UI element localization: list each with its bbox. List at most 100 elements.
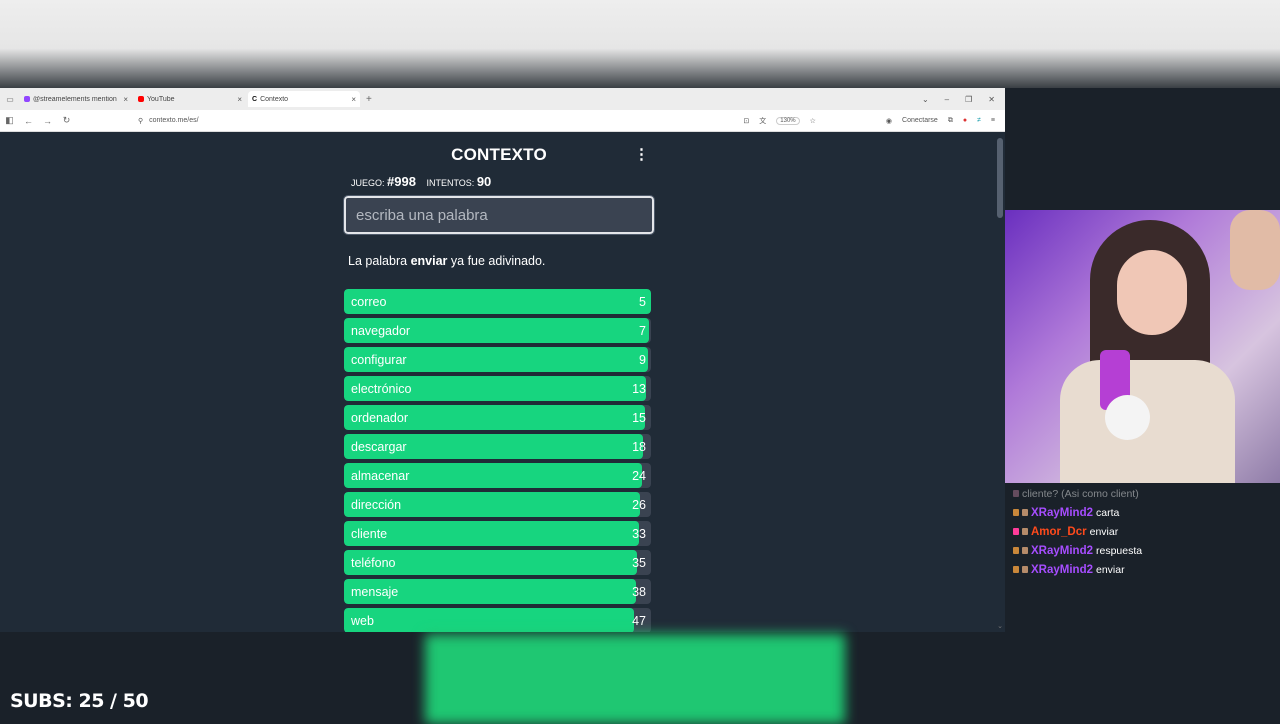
window-controls: ⌄ – ❐ ✕ — [922, 95, 1005, 104]
url-field[interactable]: ⚲ contexto.me/es/ — [138, 117, 199, 125]
youtube-favicon-icon — [138, 96, 144, 102]
scroll-down-icon[interactable]: ⌄ — [997, 622, 1003, 630]
extensions-icon[interactable]: ⧉ — [948, 117, 953, 125]
signin-button[interactable]: Conectarse — [902, 117, 938, 124]
translate-icon[interactable]: 文 — [759, 116, 766, 126]
site-info-icon[interactable]: ⚲ — [138, 117, 143, 125]
tab-actions-icon[interactable]: ▭ — [0, 95, 20, 104]
guess-word: teléfono — [351, 556, 396, 570]
profile-icon[interactable]: ◉ — [886, 117, 892, 125]
blurred-background-top — [0, 0, 1280, 88]
guess-word: cliente — [351, 527, 388, 541]
subs-goal-counter: SUBS: 25 / 50 — [10, 690, 149, 712]
word-input[interactable]: escriba una palabra — [343, 195, 655, 235]
tab-contexto[interactable]: C Contexto × — [248, 91, 360, 107]
guess-word: configurar — [351, 353, 407, 367]
extension-teal-icon[interactable]: ≠ — [977, 117, 981, 124]
guess-rank: 33 — [632, 527, 646, 541]
guess-word: mensaje — [351, 585, 399, 599]
guess-word: almacenar — [351, 469, 410, 483]
twitch-favicon-icon — [24, 96, 30, 102]
minimize-icon[interactable]: – — [945, 95, 949, 104]
back-icon[interactable]: ← — [19, 116, 38, 126]
close-window-icon[interactable]: ✕ — [988, 95, 995, 104]
game-stats: JUEGO: #998 INTENTOS: 90 — [344, 174, 654, 189]
stream-chat: cliente? (Asi como client) XRayMind2 cart… — [1013, 484, 1278, 579]
chat-badge-icon — [1013, 566, 1019, 573]
game-number: #998 — [387, 174, 416, 189]
bookmark-star-icon[interactable]: ☆ — [810, 117, 816, 125]
chat-badge-icon — [1013, 528, 1019, 535]
guess-similarity-bar — [344, 608, 635, 632]
guess-word: electrónico — [351, 382, 412, 396]
new-tab-button[interactable]: + — [366, 94, 372, 105]
chat-username[interactable]: XRayMind2 — [1031, 507, 1093, 519]
tab-list-icon[interactable]: ⌄ — [922, 95, 929, 104]
guess-rank: 7 — [639, 324, 646, 338]
guess-row: navegador 7 — [344, 318, 651, 343]
chat-badge-icon — [1022, 566, 1028, 573]
chat-message: XRayMind2 carta — [1013, 503, 1278, 522]
streamer-face — [1117, 250, 1187, 335]
tab-title: Contexto — [260, 95, 289, 103]
background-person — [1230, 210, 1280, 290]
game-header: CONTEXTO ⋮ — [344, 132, 654, 176]
url-text: contexto.me/es/ — [149, 117, 199, 124]
chat-username[interactable]: Amor_Dcr — [1031, 526, 1087, 538]
webcam-feed — [1005, 210, 1280, 483]
guess-row: web 47 — [344, 608, 651, 632]
guess-row: descargar 18 — [344, 434, 651, 459]
chat-username[interactable]: XRayMind2 — [1031, 545, 1093, 557]
sidebar-icon[interactable]: ◧ — [0, 115, 19, 126]
attempts-label: INTENTOS: — [426, 178, 475, 188]
guess-row: dirección 26 — [344, 492, 651, 517]
close-tab-icon[interactable]: × — [123, 95, 128, 104]
guess-row: correo 5 — [344, 289, 651, 314]
address-bar: ◧ ← → ↻ ⚲ contexto.me/es/ ⊡ 文 130% ☆ ◉ C… — [0, 110, 1005, 132]
chat-badge-icon — [1022, 547, 1028, 554]
chat-text: enviar — [1096, 563, 1125, 576]
guess-rank: 13 — [632, 382, 646, 396]
tab-title: @streamelements mention — [33, 95, 117, 103]
attempts-count: 90 — [476, 174, 492, 189]
game-label: JUEGO: — [351, 178, 385, 188]
guess-row: configurar 9 — [344, 347, 651, 372]
tab-streamelements[interactable]: @streamelements mention × — [20, 91, 132, 107]
chat-text: cliente? (Asi como client) — [1022, 487, 1139, 500]
chat-message: cliente? (Asi como client) — [1013, 484, 1278, 503]
guess-rank: 26 — [632, 498, 646, 512]
guess-rank: 47 — [632, 614, 646, 628]
chat-badge-icon — [1013, 547, 1019, 554]
guess-list: correo 5 navegador 7 configurar 9 electrónico 1… — [344, 289, 654, 632]
forward-icon[interactable]: → — [38, 116, 57, 126]
tab-title: YouTube — [147, 95, 175, 103]
guess-word: ordenador — [351, 411, 408, 425]
guess-similarity-bar — [344, 289, 651, 314]
guess-rank: 18 — [632, 440, 646, 454]
browser-menu-icon[interactable]: ≡ — [991, 117, 995, 124]
guess-similarity-bar — [344, 521, 639, 546]
message-prefix: La palabra — [348, 254, 408, 268]
status-message: La palabra enviar ya fue adivinado. — [344, 254, 654, 268]
zoom-indicator[interactable]: 130% — [776, 116, 800, 125]
chat-text: respuesta — [1096, 544, 1143, 557]
guess-rank: 24 — [632, 469, 646, 483]
guess-word: correo — [351, 295, 387, 309]
browser-window: ▭ @streamelements mention × YouTube × C … — [0, 88, 1005, 632]
reload-icon[interactable]: ↻ — [57, 115, 76, 126]
chat-username[interactable]: XRayMind2 — [1031, 564, 1093, 576]
close-tab-icon[interactable]: × — [237, 95, 242, 104]
chat-message: Amor_Dcr enviar — [1013, 522, 1278, 541]
close-tab-icon[interactable]: × — [351, 95, 356, 104]
game-logo: CONTEXTO — [451, 145, 547, 164]
guess-rank: 38 — [632, 585, 646, 599]
scrollbar-thumb[interactable] — [997, 138, 1003, 218]
tab-youtube[interactable]: YouTube × — [134, 91, 246, 107]
page-content: CONTEXTO ⋮ JUEGO: #998 INTENTOS: 90 escr… — [0, 132, 1005, 632]
restore-icon[interactable]: ❐ — [965, 95, 972, 104]
kebab-menu-icon[interactable]: ⋮ — [634, 145, 649, 163]
extension-red-icon[interactable]: ● — [963, 117, 967, 124]
install-app-icon[interactable]: ⊡ — [743, 117, 749, 125]
guess-word: dirección — [351, 498, 402, 512]
chat-badge-icon — [1013, 509, 1019, 516]
